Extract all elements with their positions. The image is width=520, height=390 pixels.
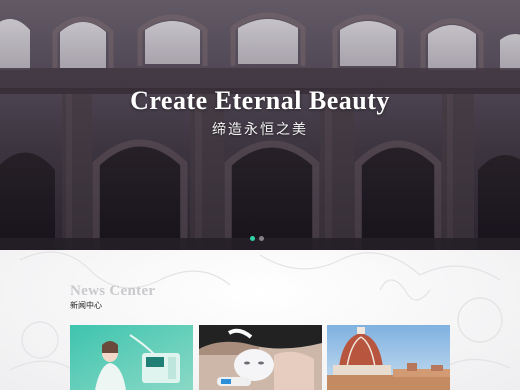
- hero-title: Create Eternal Beauty: [130, 86, 390, 115]
- facial-mask-treatment-photo: [199, 325, 322, 390]
- slider-dot-1[interactable]: [250, 236, 255, 241]
- slider-dot-2[interactable]: [259, 236, 264, 241]
- hero-subtitle: 缔造永恒之美: [212, 122, 308, 138]
- news-card-3[interactable]: [327, 325, 450, 390]
- slider-pagination: [250, 236, 264, 241]
- hero-banner: Create Eternal Beauty 缔造永恒之美: [0, 0, 520, 250]
- news-center-section: News Center 新闻中心: [0, 250, 520, 390]
- news-card-1[interactable]: [70, 325, 193, 390]
- beauty-treatment-machine-photo: [70, 325, 193, 390]
- news-heading: News Center: [70, 283, 156, 299]
- news-subheading: 新闻中心: [70, 301, 102, 310]
- florence-cathedral-dome-photo: [327, 325, 450, 390]
- news-card-2[interactable]: [199, 325, 322, 390]
